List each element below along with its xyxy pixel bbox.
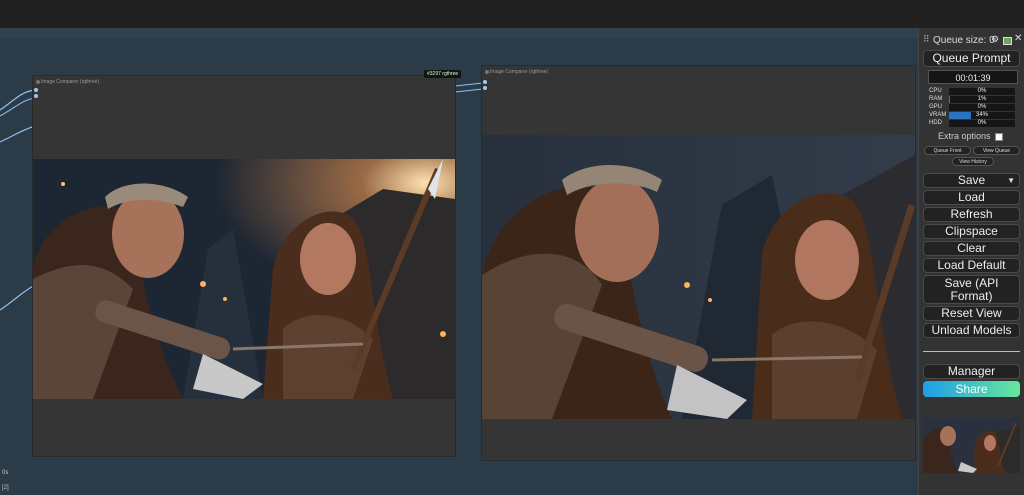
stat-label: VRAM: [929, 112, 947, 118]
input-port-b[interactable]: [483, 86, 487, 90]
comparison-image-right[interactable]: [482, 135, 915, 419]
warrior-image: [482, 135, 915, 419]
stat-value: 0%: [977, 88, 987, 94]
clear-button[interactable]: Clear: [923, 241, 1020, 256]
input-port-a[interactable]: [483, 80, 487, 84]
queue-size-label: Queue size: 0: [933, 35, 995, 46]
panel-divider: [923, 351, 1020, 352]
elapsed-timer: 00:01:39: [928, 70, 1018, 84]
close-icon[interactable]: ✕: [1014, 33, 1022, 44]
extra-options-checkbox[interactable]: [995, 132, 1004, 141]
view-queue-button[interactable]: View Queue: [973, 146, 1020, 155]
stat-label: GPU: [929, 104, 943, 110]
refresh-button[interactable]: Refresh: [923, 207, 1020, 222]
node-title: Image Comparer (rgthree): [490, 69, 549, 75]
node-title-bar: Image Comparer (rgthree): [482, 66, 915, 78]
input-port-a[interactable]: [34, 88, 38, 92]
input-port-b[interactable]: [34, 94, 38, 98]
node-collapse-dot[interactable]: [485, 70, 489, 74]
queue-front-button[interactable]: Queue Front: [924, 146, 971, 155]
top-bar: [0, 0, 1024, 28]
drag-handle-icon[interactable]: ⠿: [923, 34, 930, 45]
stat-value: 34%: [975, 112, 988, 118]
save-label: Save: [957, 173, 986, 187]
comparison-image-left[interactable]: [33, 159, 455, 399]
queue-header: ⠿ Queue size: 0 ⚙ ✕: [919, 33, 1024, 48]
gear-icon[interactable]: ⚙: [991, 34, 999, 45]
stat-value: 0%: [977, 120, 987, 126]
queue-prompt-button[interactable]: Queue Prompt: [923, 50, 1020, 67]
stat-label: HDD: [929, 120, 942, 126]
node-collapse-dot[interactable]: [36, 80, 40, 84]
share-button[interactable]: Share: [923, 381, 1020, 397]
load-default-button[interactable]: Load Default: [923, 258, 1020, 273]
node-title-bar: Image Comparer (rgthree): [33, 76, 455, 88]
manager-button[interactable]: Manager: [923, 364, 1020, 379]
stat-value: 1%: [977, 96, 987, 102]
canvas-top-strip: [0, 28, 918, 38]
view-history-button[interactable]: View History: [952, 157, 994, 166]
clipspace-button[interactable]: Clipspace: [923, 224, 1020, 239]
warrior-image: [33, 159, 455, 399]
load-button[interactable]: Load: [923, 190, 1020, 205]
image-feed-icon[interactable]: [1003, 37, 1012, 45]
image-feed-thumbnail[interactable]: [923, 418, 1020, 473]
extra-options: Extra options: [938, 131, 1004, 141]
stat-label: CPU: [929, 88, 942, 94]
reset-view-button[interactable]: Reset View: [923, 306, 1020, 321]
dropdown-arrow-icon[interactable]: ▼: [1007, 174, 1015, 187]
comfy-menu-panel: ⠿ Queue size: 0 ⚙ ✕ Queue Prompt 00:01:3…: [918, 28, 1024, 495]
save-button[interactable]: Save ▼: [923, 173, 1020, 188]
exec-time-label: 0s: [2, 470, 9, 476]
stat-value: 0%: [977, 104, 987, 110]
extra-options-label: Extra options: [938, 131, 991, 141]
node-badge: #3297 rgthree: [424, 70, 462, 78]
warrior-thumbnail: [923, 418, 1020, 473]
save-api-format-button[interactable]: Save (API Format): [923, 275, 1020, 304]
node-title: Image Comparer (rgthree): [41, 79, 100, 85]
queue-count-label: [2]: [2, 485, 9, 491]
unload-models-button[interactable]: Unload Models: [923, 323, 1020, 338]
stat-label: RAM: [929, 96, 943, 102]
link-wires-right: [455, 82, 484, 93]
